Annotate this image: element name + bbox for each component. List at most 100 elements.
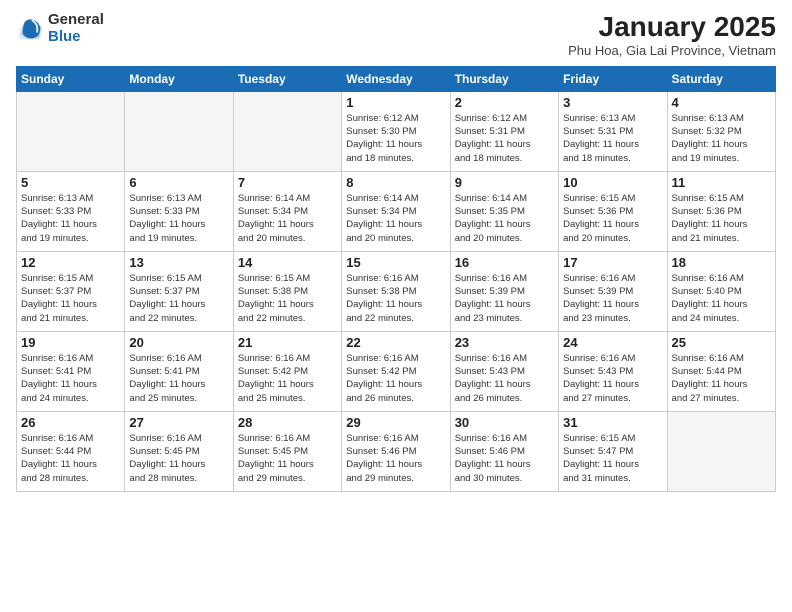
day-number: 18 [672,255,771,270]
day-cell-9: 9Sunrise: 6:14 AM Sunset: 5:35 PM Daylig… [450,171,558,251]
weekday-header-saturday: Saturday [667,66,775,91]
day-cell-14: 14 Sunrise: 6:15 AM Sunset: 5:38 PM Dayli… [233,251,341,331]
day-cell-6: 6Sunrise: 6:13 AM Sunset: 5:33 PM Daylig… [125,171,233,251]
day-cell-25: 25Sunrise: 6:16 AM Sunset: 5:44 PM Dayli… [667,331,775,411]
day-cell-31: 31 Sunrise: 6:15 AM Sunset: 5:47 PM Dayli… [559,411,667,491]
day-cell-29: 29 Sunrise: 6:16 AM Sunset: 5:46 PM Dayli… [342,411,450,491]
day-number: 2 [455,95,554,110]
day-cell-19: 19 Sunrise: 6:16 AM Sunset: 5:41 PM Dayli… [17,331,125,411]
calendar-page: General Blue January 2025 Phu Hoa, Gia L… [0,0,792,612]
day-info: Sunrise: 6:13 AM Sunset: 5:32 PM Dayligh… [672,112,771,165]
day-number: 27 [129,415,228,430]
day-cell-12: 12Sunrise: 6:15 AM Sunset: 5:37 PM Dayli… [17,251,125,331]
day-number: 7 [238,175,337,190]
weekday-header-sunday: Sunday [17,66,125,91]
empty-cell [667,411,775,491]
day-cell-23: 23Sunrise: 6:16 AM Sunset: 5:43 PM Dayli… [450,331,558,411]
day-number: 17 [563,255,662,270]
day-number: 16 [455,255,554,270]
weekday-header-tuesday: Tuesday [233,66,341,91]
day-cell-18: 18Sunrise: 6:16 AM Sunset: 5:40 PM Dayli… [667,251,775,331]
day-number: 3 [563,95,662,110]
location-subtitle: Phu Hoa, Gia Lai Province, Vietnam [568,43,776,58]
day-info: Sunrise: 6:14 AM Sunset: 5:35 PM Dayligh… [455,192,554,245]
day-cell-13: 13Sunrise: 6:15 AM Sunset: 5:37 PM Dayli… [125,251,233,331]
day-info: Sunrise: 6:16 AM Sunset: 5:46 PM Dayligh… [346,432,445,485]
day-info: Sunrise: 6:14 AM Sunset: 5:34 PM Dayligh… [346,192,445,245]
day-cell-16: 16 Sunrise: 6:16 AM Sunset: 5:39 PM Dayli… [450,251,558,331]
day-cell-1: 1Sunrise: 6:12 AM Sunset: 5:30 PM Daylig… [342,91,450,171]
empty-cell [125,91,233,171]
day-number: 11 [672,175,771,190]
weekday-header-row: SundayMondayTuesdayWednesdayThursdayFrid… [17,66,776,91]
day-info: Sunrise: 6:15 AM Sunset: 5:47 PM Dayligh… [563,432,662,485]
day-number: 31 [563,415,662,430]
day-number: 10 [563,175,662,190]
calendar-body: 1Sunrise: 6:12 AM Sunset: 5:30 PM Daylig… [17,91,776,491]
day-cell-8: 8 Sunrise: 6:14 AM Sunset: 5:34 PM Daylig… [342,171,450,251]
page-header: General Blue January 2025 Phu Hoa, Gia L… [16,12,776,58]
week-row-4: 19 Sunrise: 6:16 AM Sunset: 5:41 PM Dayli… [17,331,776,411]
day-info: Sunrise: 6:16 AM Sunset: 5:43 PM Dayligh… [455,352,554,405]
day-info: Sunrise: 6:16 AM Sunset: 5:45 PM Dayligh… [238,432,337,485]
title-block: January 2025 Phu Hoa, Gia Lai Province, … [568,12,776,58]
day-info: Sunrise: 6:15 AM Sunset: 5:37 PM Dayligh… [129,272,228,325]
calendar-table: SundayMondayTuesdayWednesdayThursdayFrid… [16,66,776,492]
day-cell-30: 30 Sunrise: 6:16 AM Sunset: 5:46 PM Dayli… [450,411,558,491]
day-number: 14 [238,255,337,270]
day-cell-20: 20 Sunrise: 6:16 AM Sunset: 5:41 PM Dayli… [125,331,233,411]
day-cell-15: 15Sunrise: 6:16 AM Sunset: 5:38 PM Dayli… [342,251,450,331]
empty-cell [233,91,341,171]
day-cell-4: 4 Sunrise: 6:13 AM Sunset: 5:32 PM Daylig… [667,91,775,171]
weekday-header-thursday: Thursday [450,66,558,91]
day-number: 24 [563,335,662,350]
calendar-header: SundayMondayTuesdayWednesdayThursdayFrid… [17,66,776,91]
day-info: Sunrise: 6:16 AM Sunset: 5:41 PM Dayligh… [21,352,120,405]
day-info: Sunrise: 6:16 AM Sunset: 5:43 PM Dayligh… [563,352,662,405]
day-cell-10: 10 Sunrise: 6:15 AM Sunset: 5:36 PM Dayli… [559,171,667,251]
day-cell-3: 3 Sunrise: 6:13 AM Sunset: 5:31 PM Daylig… [559,91,667,171]
day-info: Sunrise: 6:15 AM Sunset: 5:38 PM Dayligh… [238,272,337,325]
day-info: Sunrise: 6:16 AM Sunset: 5:41 PM Dayligh… [129,352,228,405]
day-number: 29 [346,415,445,430]
day-cell-17: 17Sunrise: 6:16 AM Sunset: 5:39 PM Dayli… [559,251,667,331]
day-number: 5 [21,175,120,190]
logo-general: General [48,12,104,29]
day-info: Sunrise: 6:12 AM Sunset: 5:30 PM Dayligh… [346,112,445,165]
day-info: Sunrise: 6:16 AM Sunset: 5:42 PM Dayligh… [238,352,337,405]
day-info: Sunrise: 6:13 AM Sunset: 5:31 PM Dayligh… [563,112,662,165]
day-number: 20 [129,335,228,350]
day-info: Sunrise: 6:16 AM Sunset: 5:46 PM Dayligh… [455,432,554,485]
weekday-header-wednesday: Wednesday [342,66,450,91]
day-cell-11: 11 Sunrise: 6:15 AM Sunset: 5:36 PM Dayli… [667,171,775,251]
day-cell-5: 5Sunrise: 6:13 AM Sunset: 5:33 PM Daylig… [17,171,125,251]
day-info: Sunrise: 6:15 AM Sunset: 5:36 PM Dayligh… [672,192,771,245]
day-number: 8 [346,175,445,190]
week-row-1: 1Sunrise: 6:12 AM Sunset: 5:30 PM Daylig… [17,91,776,171]
logo-blue: Blue [48,29,104,46]
weekday-header-friday: Friday [559,66,667,91]
day-number: 28 [238,415,337,430]
empty-cell [17,91,125,171]
day-cell-28: 28 Sunrise: 6:16 AM Sunset: 5:45 PM Dayli… [233,411,341,491]
day-info: Sunrise: 6:15 AM Sunset: 5:36 PM Dayligh… [563,192,662,245]
week-row-2: 5 Sunrise: 6:13 AM Sunset: 5:33 PM Daylig… [17,171,776,251]
day-info: Sunrise: 6:16 AM Sunset: 5:44 PM Dayligh… [21,432,120,485]
day-number: 22 [346,335,445,350]
day-info: Sunrise: 6:16 AM Sunset: 5:39 PM Dayligh… [455,272,554,325]
day-info: Sunrise: 6:16 AM Sunset: 5:45 PM Dayligh… [129,432,228,485]
day-cell-26: 26 Sunrise: 6:16 AM Sunset: 5:44 PM Dayli… [17,411,125,491]
day-number: 25 [672,335,771,350]
day-cell-27: 27 Sunrise: 6:16 AM Sunset: 5:45 PM Dayli… [125,411,233,491]
day-cell-22: 22 Sunrise: 6:16 AM Sunset: 5:42 PM Dayli… [342,331,450,411]
day-info: Sunrise: 6:16 AM Sunset: 5:38 PM Dayligh… [346,272,445,325]
day-cell-2: 2Sunrise: 6:12 AM Sunset: 5:31 PM Daylig… [450,91,558,171]
logo: General Blue [16,12,104,45]
day-info: Sunrise: 6:16 AM Sunset: 5:42 PM Dayligh… [346,352,445,405]
logo-text: General Blue [48,12,104,45]
day-number: 19 [21,335,120,350]
day-number: 4 [672,95,771,110]
day-number: 30 [455,415,554,430]
day-number: 26 [21,415,120,430]
day-info: Sunrise: 6:13 AM Sunset: 5:33 PM Dayligh… [129,192,228,245]
